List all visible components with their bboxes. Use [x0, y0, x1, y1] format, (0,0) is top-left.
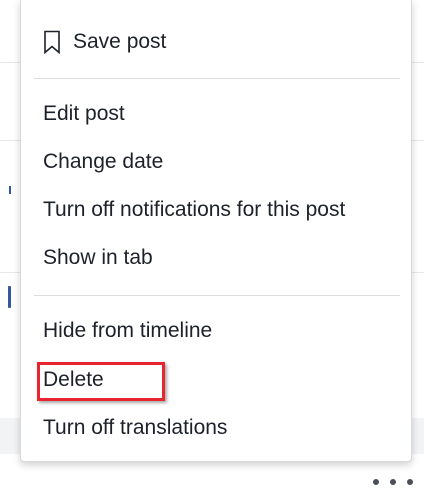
background-link-fragment — [9, 186, 11, 194]
more-dot — [407, 479, 413, 485]
show-in-tab-menu-item[interactable]: Show in tab — [43, 245, 153, 271]
more-dot — [390, 479, 396, 485]
change-date-menu-item[interactable]: Change date — [43, 149, 163, 175]
more-dot — [373, 479, 379, 485]
bookmark-icon — [44, 30, 60, 54]
menu-separator — [34, 78, 400, 79]
hide-from-timeline-menu-item[interactable]: Hide from timeline — [43, 318, 212, 344]
save-post-menu-item[interactable]: Save post — [43, 29, 166, 55]
delete-menu-item[interactable]: Delete — [43, 367, 104, 393]
edit-post-menu-item[interactable]: Edit post — [43, 101, 125, 127]
save-post-label: Save post — [73, 30, 167, 53]
more-options-icon[interactable] — [373, 472, 413, 492]
menu-separator — [34, 295, 400, 296]
post-options-menu: Save post Edit post Change date Turn off… — [20, 0, 412, 462]
turn-off-notifications-menu-item[interactable]: Turn off notifications for this post — [43, 197, 345, 223]
screenshot-stage: Save post Edit post Change date Turn off… — [0, 0, 424, 497]
turn-off-translations-menu-item[interactable]: Turn off translations — [43, 415, 227, 441]
background-link-fragment — [8, 286, 11, 308]
